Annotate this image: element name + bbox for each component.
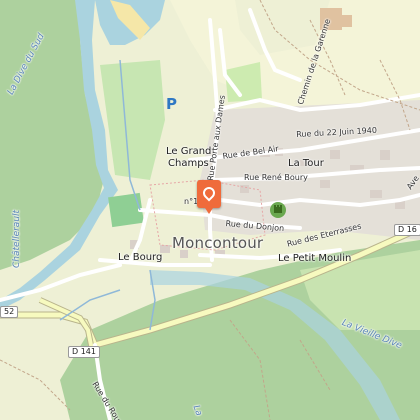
location-pin-icon[interactable] bbox=[197, 180, 221, 214]
road-shield-52: 52 bbox=[0, 306, 19, 318]
place-label-le-grand-champs-1: Le Grand bbox=[166, 146, 212, 157]
parking-icon[interactable]: P bbox=[166, 95, 177, 113]
place-label-le-bourg: Le Bourg bbox=[118, 252, 163, 263]
town-label: Moncontour bbox=[172, 234, 264, 252]
castle-icon[interactable] bbox=[270, 202, 286, 218]
map-canvas[interactable]: Moncontour Le Grand Champs La Tour Le Bo… bbox=[0, 0, 420, 420]
road-shield-d141: D 141 bbox=[68, 346, 100, 358]
place-label-la-tour: La Tour bbox=[288, 158, 324, 169]
water-label-chatellerault: Châtellerault bbox=[12, 209, 22, 268]
street-label-rene-boury: Rue René Boury bbox=[244, 173, 308, 182]
road-shield-d16: D 16 bbox=[394, 224, 420, 236]
place-label-le-petit-moulin: Le Petit Moulin bbox=[278, 253, 352, 264]
place-label-le-grand-champs-2: Champs bbox=[168, 158, 209, 169]
